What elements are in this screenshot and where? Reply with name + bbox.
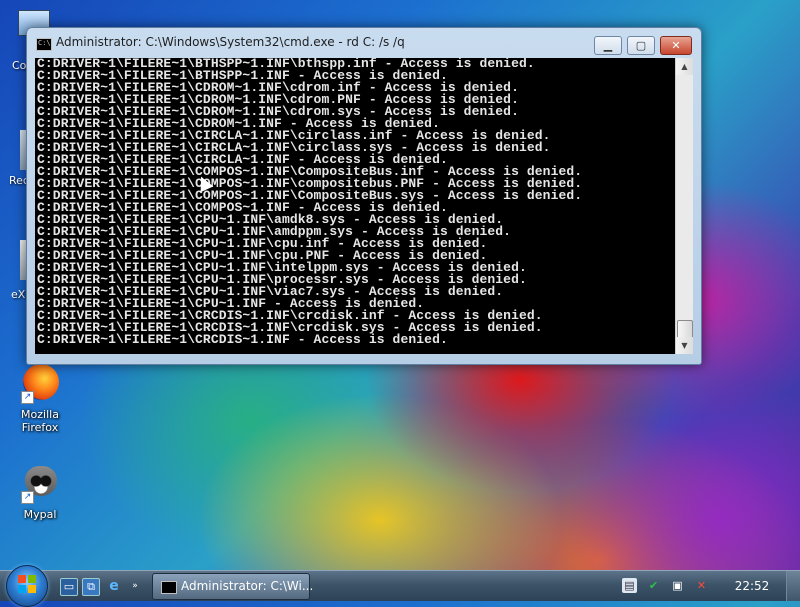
- start-button[interactable]: [6, 565, 48, 607]
- internet-explorer-icon[interactable]: e: [106, 578, 122, 594]
- desktop-icon-label-partial[interactable]: Co: [12, 59, 26, 72]
- desktop-icon-label: Mypal: [23, 508, 57, 521]
- taskbar-button-label: Administrator: C:\Wi...: [181, 579, 314, 593]
- network-icon[interactable]: ▣: [670, 578, 685, 593]
- firefox-icon: ↗: [19, 362, 61, 404]
- console-text: C:DRIVER~1\FILERE~1\BTHSPP~1.INF\bthspp.…: [35, 58, 675, 346]
- scroll-up-arrow-icon[interactable]: ▲: [676, 58, 693, 75]
- raccoon-icon: ↗: [19, 462, 61, 504]
- desktop-icon-label: Mozilla Firefox: [21, 408, 59, 434]
- vertical-scrollbar[interactable]: ▲ ▼: [675, 58, 693, 354]
- scroll-down-arrow-icon[interactable]: ▼: [676, 337, 693, 354]
- cmd-icon: [161, 581, 177, 594]
- desktop-icon-mypal[interactable]: ↗ Mypal: [2, 462, 78, 521]
- show-desktop-button[interactable]: [786, 571, 800, 601]
- taskbar-clock[interactable]: 22:52: [724, 579, 780, 593]
- switch-windows-icon[interactable]: ⧉: [82, 578, 100, 596]
- desktop-icon-label-partial[interactable]: eX: [11, 288, 25, 301]
- cmd-window[interactable]: C:\ Administrator: C:\Windows\System32\c…: [26, 27, 702, 365]
- console-line: C:DRIVER~1\FILERE~1\CRCDIS~1.INF - Acces…: [37, 332, 448, 347]
- cmd-icon: C:\: [36, 38, 52, 51]
- desktop-icon-firefox[interactable]: ↗ Mozilla Firefox: [2, 362, 78, 434]
- maximize-button[interactable]: ▢: [627, 36, 655, 55]
- minimize-button[interactable]: ▁: [594, 36, 622, 55]
- close-button[interactable]: ✕: [660, 36, 692, 55]
- action-center-icon[interactable]: ▤: [622, 578, 637, 593]
- taskbar-overflow-icon[interactable]: »: [130, 578, 140, 594]
- window-titlebar[interactable]: C:\ Administrator: C:\Windows\System32\c…: [27, 28, 701, 58]
- console-output[interactable]: C:DRIVER~1\FILERE~1\BTHSPP~1.INF\bthspp.…: [35, 58, 675, 354]
- speaker-muted-icon[interactable]: ✕: [694, 578, 709, 593]
- window-title: Administrator: C:\Windows\System32\cmd.e…: [56, 35, 405, 49]
- security-shield-icon[interactable]: ✔: [646, 578, 661, 593]
- taskbar: ▭ ⧉ e » Administrator: C:\Wi... ▤ ✔ ▣ ✕ …: [0, 565, 800, 607]
- show-desktop-icon[interactable]: ▭: [60, 578, 78, 596]
- windows-logo-icon: [18, 575, 36, 593]
- taskbar-button-cmd[interactable]: Administrator: C:\Wi...: [152, 573, 314, 600]
